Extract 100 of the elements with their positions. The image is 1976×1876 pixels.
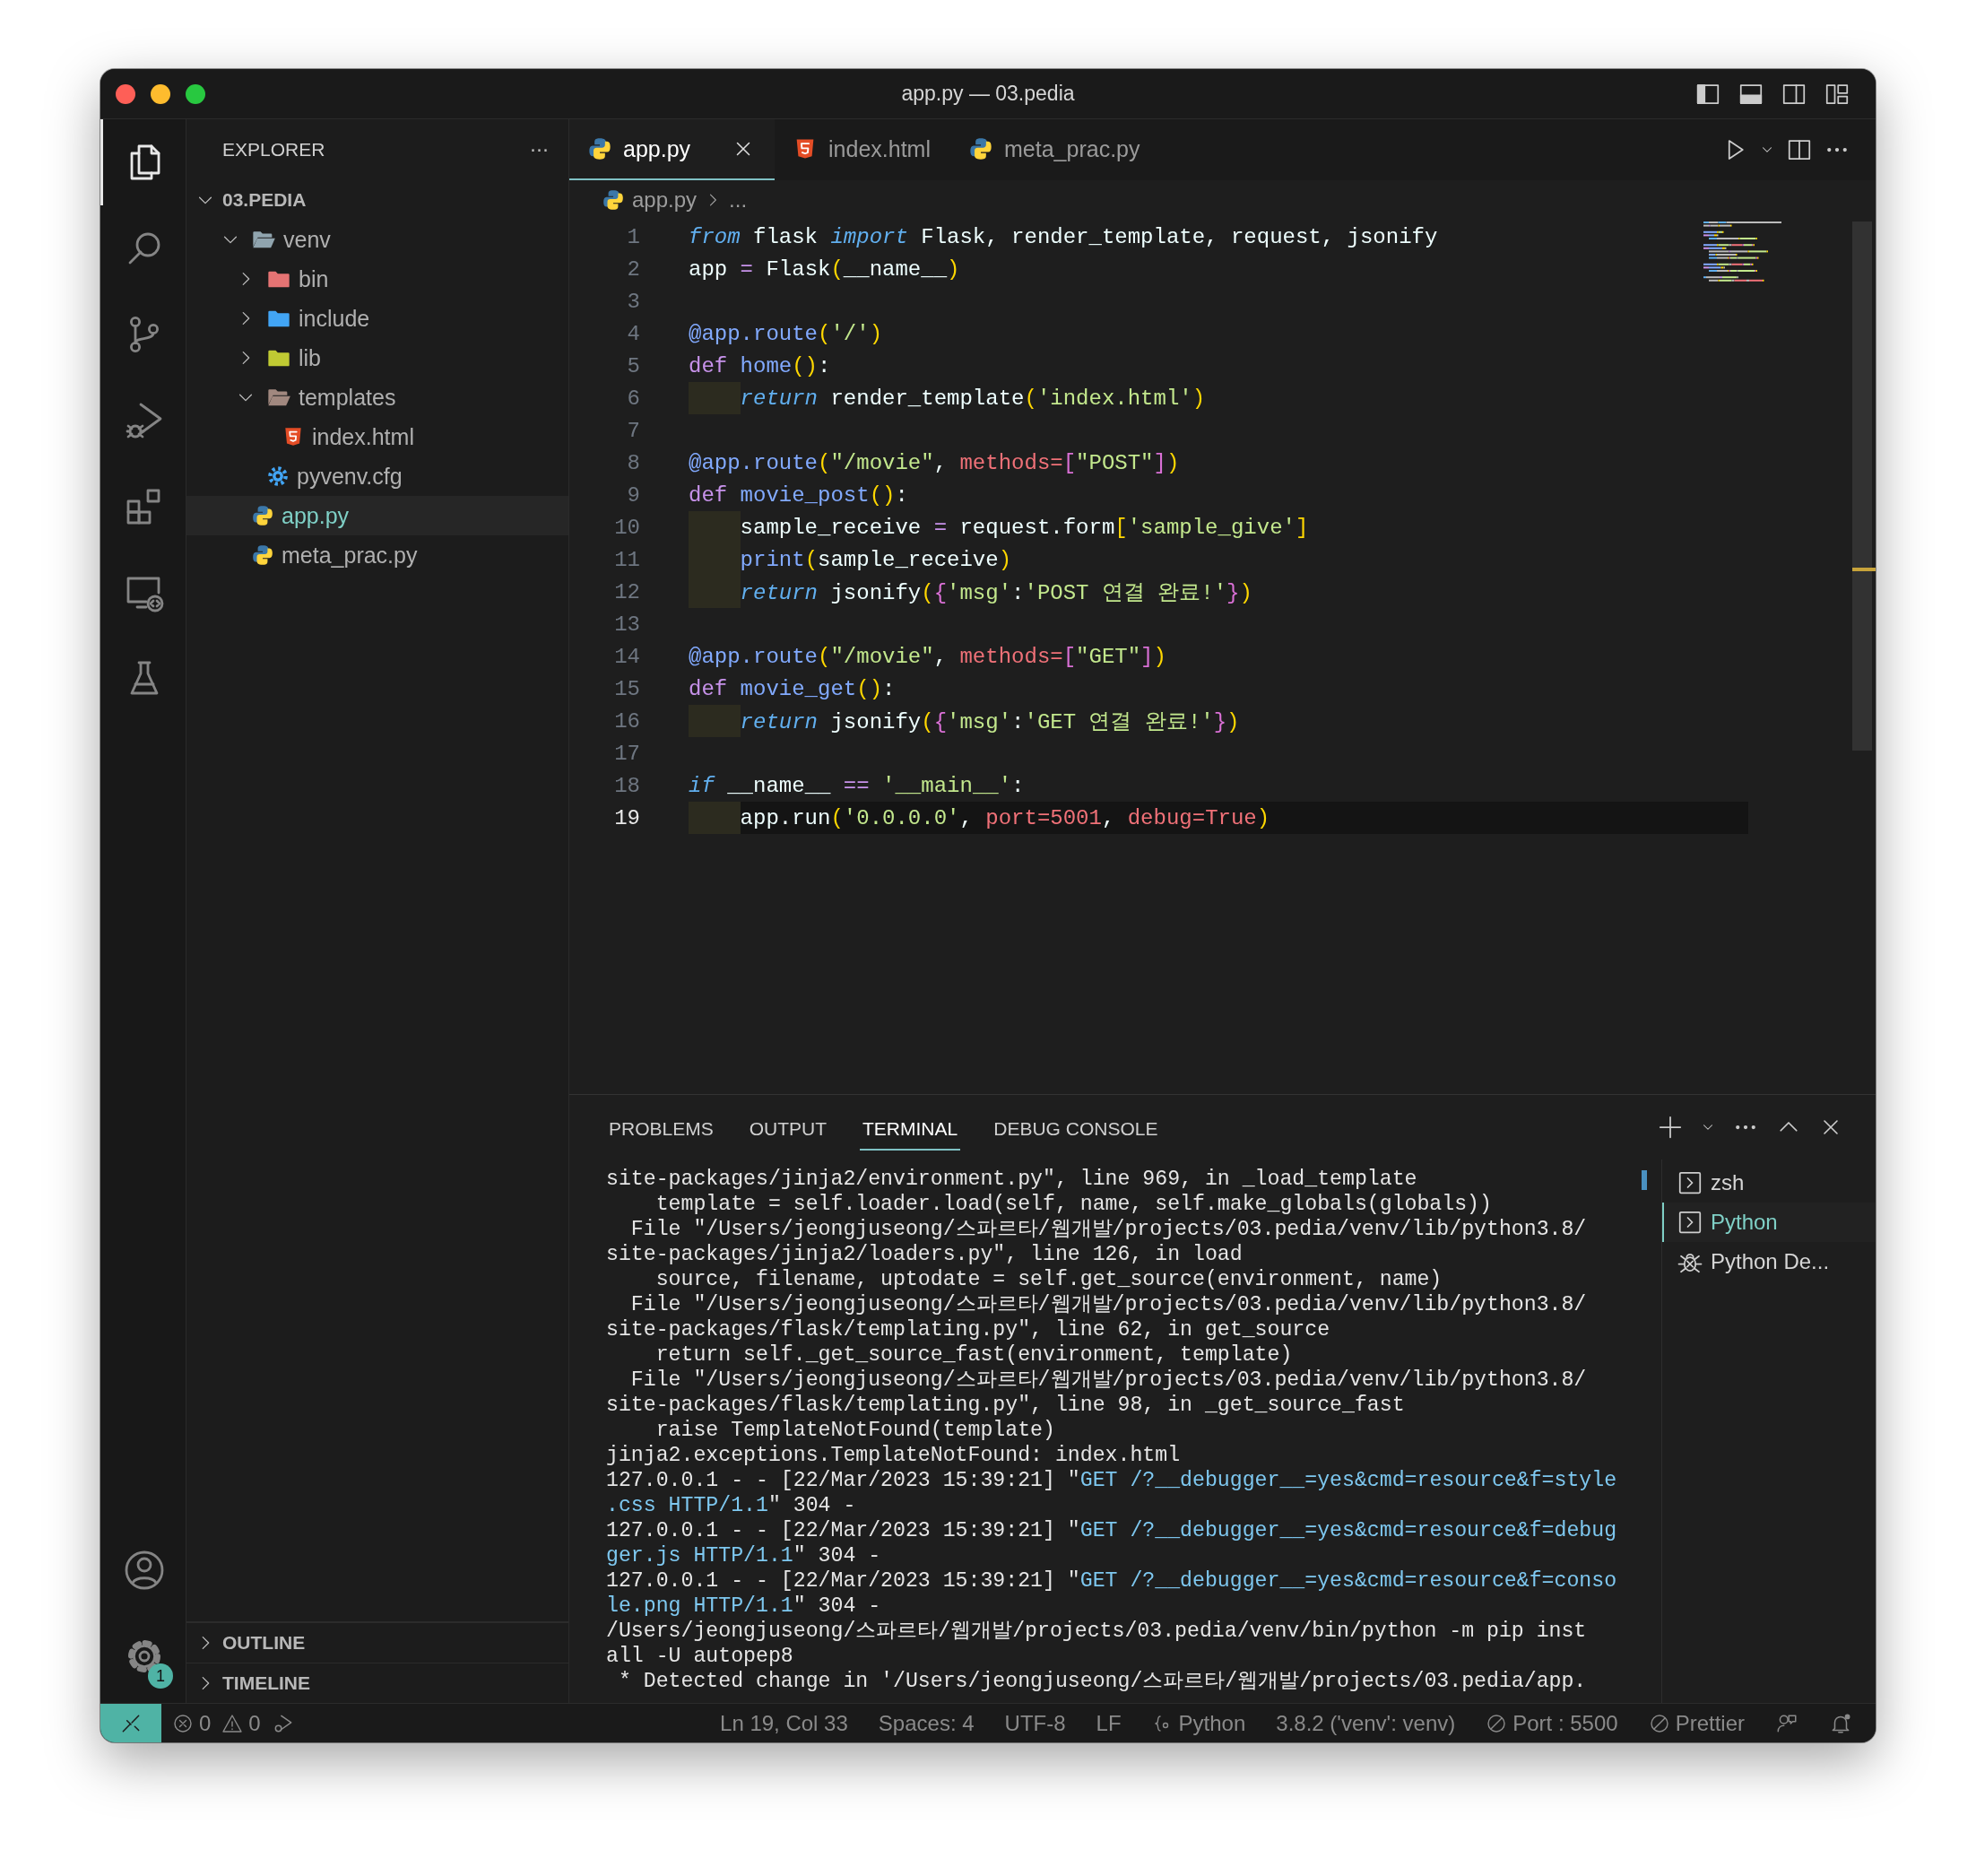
remote-button[interactable] xyxy=(100,1704,161,1742)
tree-item[interactable]: templates xyxy=(186,378,568,417)
scroll-marker xyxy=(1642,1170,1647,1190)
code-line: return jsonify({'msg':'POST 연결 완료!'}) xyxy=(740,580,1252,606)
window-title: app.py — 03.pedia xyxy=(901,82,1075,106)
tree-item[interactable]: app.py xyxy=(186,496,568,535)
status-item[interactable]: 0 xyxy=(172,1710,212,1736)
section-header[interactable]: 03.PEDIA xyxy=(186,180,568,220)
line-number: 2 xyxy=(626,256,641,282)
line-number: 15 xyxy=(613,676,641,701)
status-item[interactable]: Port : 5500 xyxy=(1486,1710,1618,1736)
tree-item[interactable]: include xyxy=(186,299,568,338)
terminal-line: source, filename, uptodate = self.get_source(environment, name) xyxy=(654,1267,1443,1292)
minimize-button[interactable] xyxy=(151,83,170,104)
panel-tab[interactable]: PROBLEMS xyxy=(606,1109,716,1151)
tree-item[interactable]: index.html xyxy=(186,417,568,456)
more-actions-button[interactable]: ··· xyxy=(526,138,552,161)
terminal-line: return self._get_source_fast(environment, template) xyxy=(654,1342,1293,1368)
code-line: app.run('0.0.0.0', port=5001, debug=True) xyxy=(740,805,1270,830)
line-number: 4 xyxy=(626,321,641,346)
status-item[interactable]: Prettier xyxy=(1648,1710,1745,1736)
code-line: print(sample_receive) xyxy=(740,547,1012,572)
status-item[interactable]: 3.8.2 ('venv': venv) xyxy=(1276,1710,1456,1736)
line-number: 9 xyxy=(626,482,641,508)
python-file-icon xyxy=(602,188,625,212)
code-line: def home(): xyxy=(689,353,831,378)
account-icon[interactable] xyxy=(123,1549,166,1592)
close-button[interactable] xyxy=(116,83,135,104)
terminal-line: site-packages/flask/templating.py", line 62, in get_source xyxy=(606,1317,1330,1342)
python-file-icon xyxy=(251,504,274,527)
plus-icon[interactable] xyxy=(1657,1114,1684,1141)
terminal-line: ger.js HTTP/1.1" 304 - xyxy=(606,1543,881,1568)
line-number: 10 xyxy=(613,515,641,540)
line-number: 5 xyxy=(626,353,641,378)
tree-item[interactable]: meta_prac.py xyxy=(186,535,568,575)
line-number: 14 xyxy=(613,644,641,669)
scrollbar[interactable] xyxy=(1852,221,1872,751)
notification-badge: 1 xyxy=(148,1663,173,1689)
editor-tab[interactable]: index.html xyxy=(775,119,950,180)
terminal-line: all -U autopep8 xyxy=(606,1644,793,1669)
tree-item[interactable]: lib xyxy=(186,338,568,378)
scroll-marker xyxy=(1852,568,1876,571)
terminal-line: 127.0.0.1 - - [22/Mar/2023 15:39:21] "GET /?__debugger__=yes&cmd=resource&f=conso xyxy=(606,1568,1617,1594)
status-item[interactable]: LF xyxy=(1096,1710,1122,1736)
terminal-line: /Users/jeongjuseong/스파르타/웹개발/projects/03.pedia/venv/bin/python -m pip inst xyxy=(606,1619,1587,1644)
tree-item[interactable]: pyvenv.cfg xyxy=(186,456,568,496)
gear-icon xyxy=(266,465,290,488)
terminal-item[interactable]: zsh xyxy=(1662,1163,1876,1203)
terminal-line: File "/Users/jeongjuseong/스파르타/웹개발/projects/03.pedia/venv/lib/python3.8/ xyxy=(629,1368,1587,1393)
blocked-icon xyxy=(1486,1712,1508,1734)
code-line: return jsonify({'msg':'GET 연결 완료!'}) xyxy=(740,709,1240,735)
panel-tab[interactable]: DEBUG CONSOLE xyxy=(991,1109,1161,1151)
line-number: 12 xyxy=(613,579,641,604)
line-number: 3 xyxy=(626,289,641,314)
line-number: 8 xyxy=(626,450,641,475)
terminal-line: File "/Users/jeongjuseong/스파르타/웹개발/projects/03.pedia/venv/lib/python3.8/ xyxy=(629,1217,1587,1242)
code-line: if __name__ == '__main__': xyxy=(689,773,1025,798)
line-number: 17 xyxy=(613,741,641,766)
status-item[interactable]: Python xyxy=(1151,1710,1246,1736)
terminal-line: site-packages/jinja2/environment.py", line 969, in _load_template xyxy=(606,1167,1417,1192)
terminal-line: jinja2.exceptions.TemplateNotFound: index.html xyxy=(606,1443,1181,1468)
terminal-line: raise TemplateNotFound(template) xyxy=(654,1418,1055,1443)
tree-item[interactable]: venv xyxy=(186,220,568,259)
code-line: return render_template('index.html') xyxy=(740,386,1206,411)
breadcrumb-item[interactable]: app.py xyxy=(632,187,698,213)
line-number: 11 xyxy=(613,547,641,572)
terminal-line: le.png HTTP/1.1" 304 - xyxy=(606,1594,881,1619)
tree-item[interactable]: bin xyxy=(186,259,568,299)
sidebar-title: EXPLORER xyxy=(222,139,325,161)
panel-tab[interactable]: TERMINAL xyxy=(860,1109,961,1151)
line-number: 1 xyxy=(626,224,641,249)
code-line: app = Flask(__name__) xyxy=(689,256,960,282)
breadcrumb-item[interactable]: ... xyxy=(729,187,748,213)
editor-tab[interactable]: meta_prac.py xyxy=(950,119,1160,180)
terminal-line: .css HTTP/1.1" 304 - xyxy=(606,1493,856,1518)
terminal-icon xyxy=(1677,1209,1703,1236)
line-number: 6 xyxy=(626,386,641,411)
terminal-line: File "/Users/jeongjuseong/스파르타/웹개발/projects/03.pedia/venv/lib/python3.8/ xyxy=(629,1292,1587,1317)
zoom-button[interactable] xyxy=(186,83,205,104)
line-number: 7 xyxy=(626,418,641,443)
terminal-line: * Detected change in '/Users/jeongjuseong/스파르타/웹개발/projects/03.pedia/app. xyxy=(617,1669,1587,1694)
blocked-icon xyxy=(1648,1712,1670,1734)
section-header[interactable]: OUTLINE xyxy=(186,1622,568,1663)
code-line: @app.route("/movie", methods=["GET"]) xyxy=(689,644,1166,669)
editor-tab[interactable]: app.py xyxy=(569,119,776,180)
terminal-line: 127.0.0.1 - - [22/Mar/2023 15:39:21] "GET /?__debugger__=yes&cmd=resource&f=debug xyxy=(606,1518,1617,1543)
terminal-line: site-packages/jinja2/loaders.py", line 126, in load xyxy=(606,1242,1243,1267)
panel-tab[interactable]: OUTPUT xyxy=(746,1109,830,1151)
terminal-line: 127.0.0.1 - - [22/Mar/2023 15:39:21] "GET /?__debugger__=yes&cmd=resource&f=style xyxy=(606,1468,1617,1493)
terminal-item[interactable]: Python De... xyxy=(1662,1242,1876,1281)
terminal-item[interactable]: Python xyxy=(1662,1203,1876,1242)
status-item[interactable]: Spaces: 4 xyxy=(878,1710,975,1736)
python-file-icon xyxy=(968,136,993,161)
status-item[interactable]: 0 xyxy=(221,1710,261,1736)
status-item[interactable]: UTF-8 xyxy=(1004,1710,1066,1736)
line-number: 16 xyxy=(613,708,641,734)
status-item[interactable]: Ln 19, Col 33 xyxy=(720,1710,848,1736)
line-number: 13 xyxy=(613,612,641,637)
code-line: @app.route('/') xyxy=(689,321,883,346)
line-number: 18 xyxy=(613,773,641,798)
